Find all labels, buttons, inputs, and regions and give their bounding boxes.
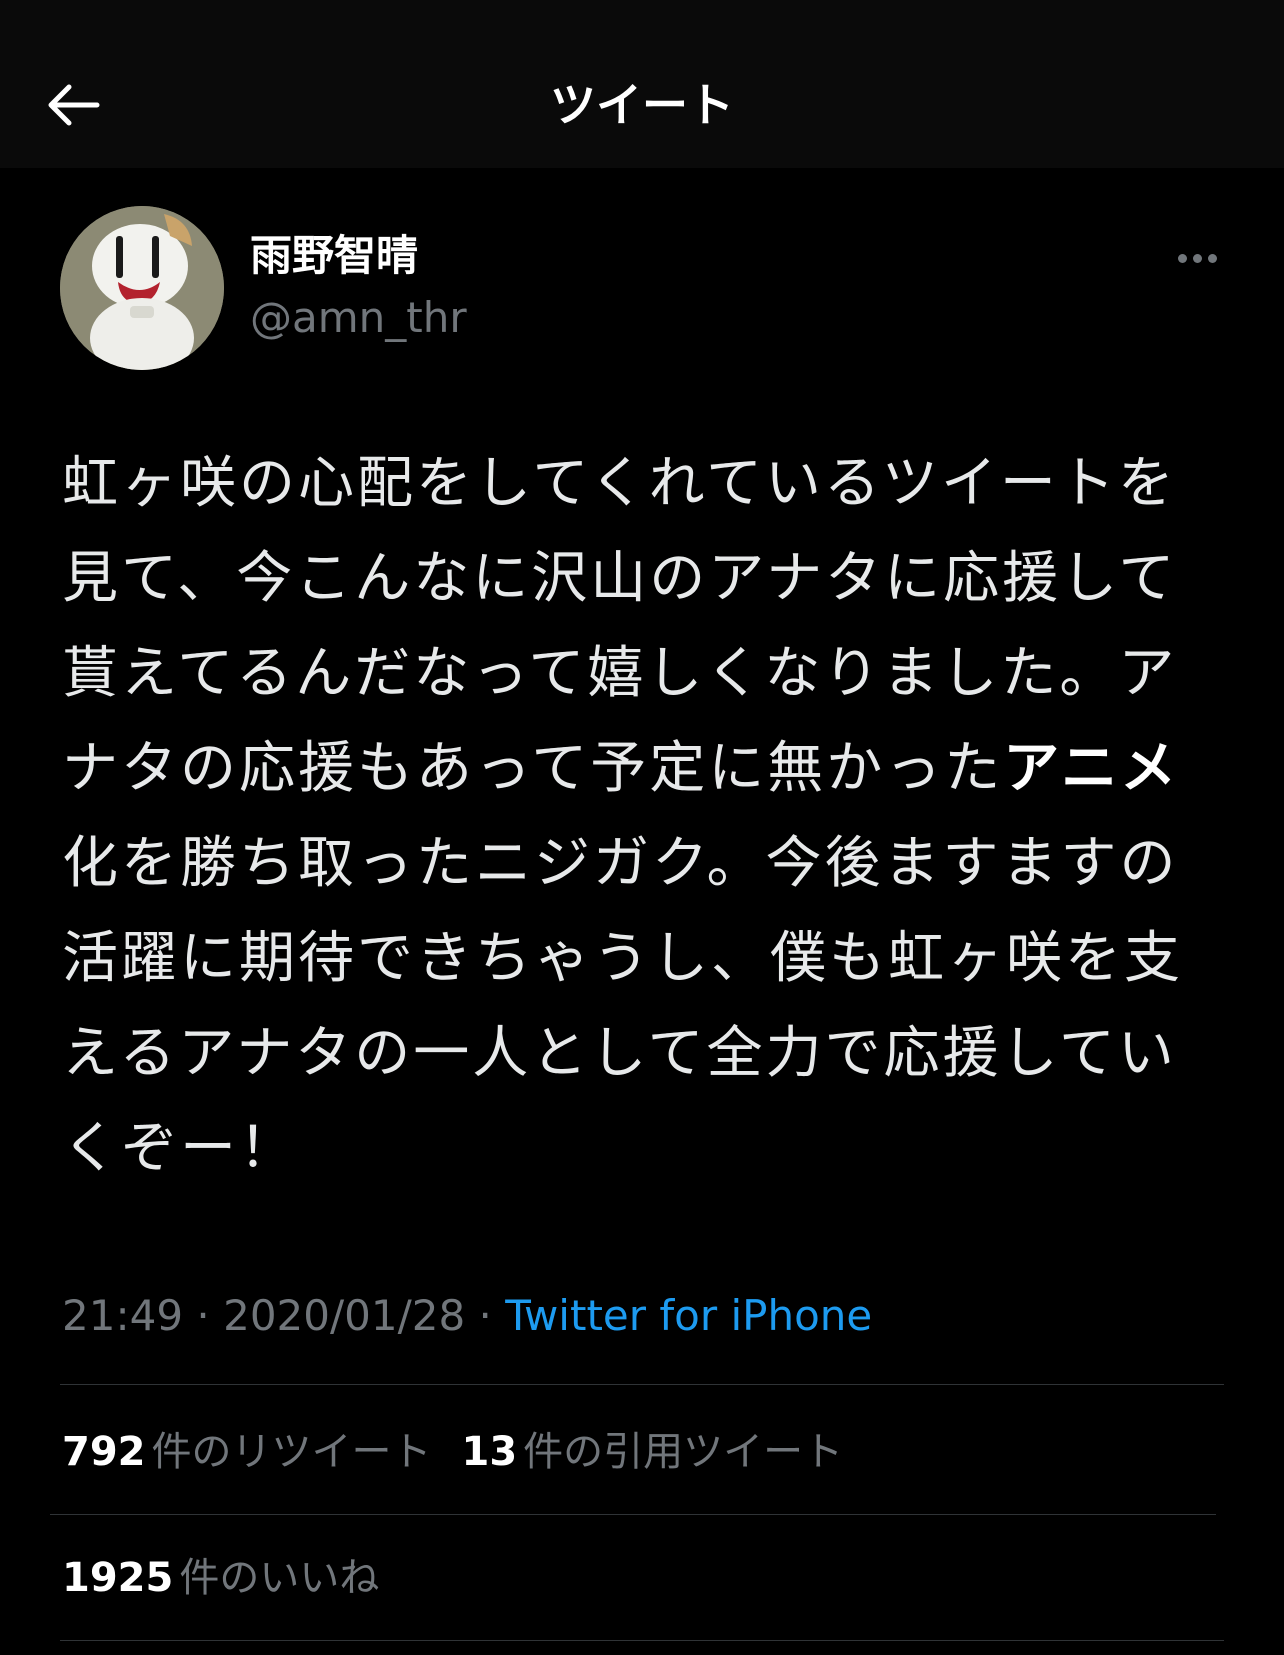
user-handle[interactable]: @amn_thr bbox=[250, 288, 467, 348]
stats-row-likes: 1925 件のいいね bbox=[62, 1548, 379, 1608]
more-options-button[interactable] bbox=[1170, 240, 1224, 276]
divider bbox=[50, 1514, 1216, 1515]
tweet-source-link[interactable]: Twitter for iPhone bbox=[505, 1291, 872, 1340]
tweet-text-bold: アニメ bbox=[1003, 736, 1180, 801]
quotes-stat[interactable]: 13 件の引用ツイート bbox=[462, 1422, 844, 1482]
stats-row-retweets: 792 件のリツイート 13 件の引用ツイート bbox=[62, 1422, 843, 1482]
more-dot-icon bbox=[1207, 253, 1217, 263]
quotes-label: 件の引用ツイート bbox=[523, 1429, 844, 1475]
retweets-label: 件のリツイート bbox=[151, 1429, 432, 1475]
top-bar: ツイート bbox=[0, 0, 1284, 168]
quotes-count: 13 bbox=[461, 1429, 518, 1475]
display-name[interactable]: 雨野智晴 bbox=[250, 226, 418, 286]
tweet-date: 2020/01/28 bbox=[223, 1291, 466, 1340]
retweets-count: 792 bbox=[62, 1429, 146, 1475]
divider bbox=[60, 1640, 1224, 1641]
likes-count: 1925 bbox=[62, 1555, 174, 1601]
avatar-image bbox=[60, 206, 224, 370]
tweet-metadata: 21:49 · 2020/01/28 · Twitter for iPhone bbox=[62, 1286, 872, 1346]
meta-separator: · bbox=[465, 1291, 506, 1340]
more-dot-icon bbox=[1192, 253, 1202, 263]
meta-separator: · bbox=[183, 1291, 224, 1340]
divider bbox=[60, 1384, 1224, 1385]
tweet-time: 21:49 bbox=[62, 1291, 184, 1340]
tweet-text-part: 化を勝ち取ったニジガク。今後ますますの活躍に期待できちゃうし、僕も虹ヶ咲を支える… bbox=[62, 831, 1183, 1181]
more-dot-icon bbox=[1177, 253, 1187, 263]
likes-label: 件のいいね bbox=[179, 1555, 380, 1601]
avatar[interactable] bbox=[60, 206, 224, 370]
retweets-stat[interactable]: 792 件のリツイート bbox=[62, 1422, 432, 1482]
likes-stat[interactable]: 1925 件のいいね bbox=[62, 1548, 379, 1608]
page-title: ツイート bbox=[550, 78, 734, 132]
tweet-text: 虹ヶ咲の心配をしてくれているツイートを見て、今こんなに沢山のアナタに応援して貰え… bbox=[62, 436, 1232, 1196]
